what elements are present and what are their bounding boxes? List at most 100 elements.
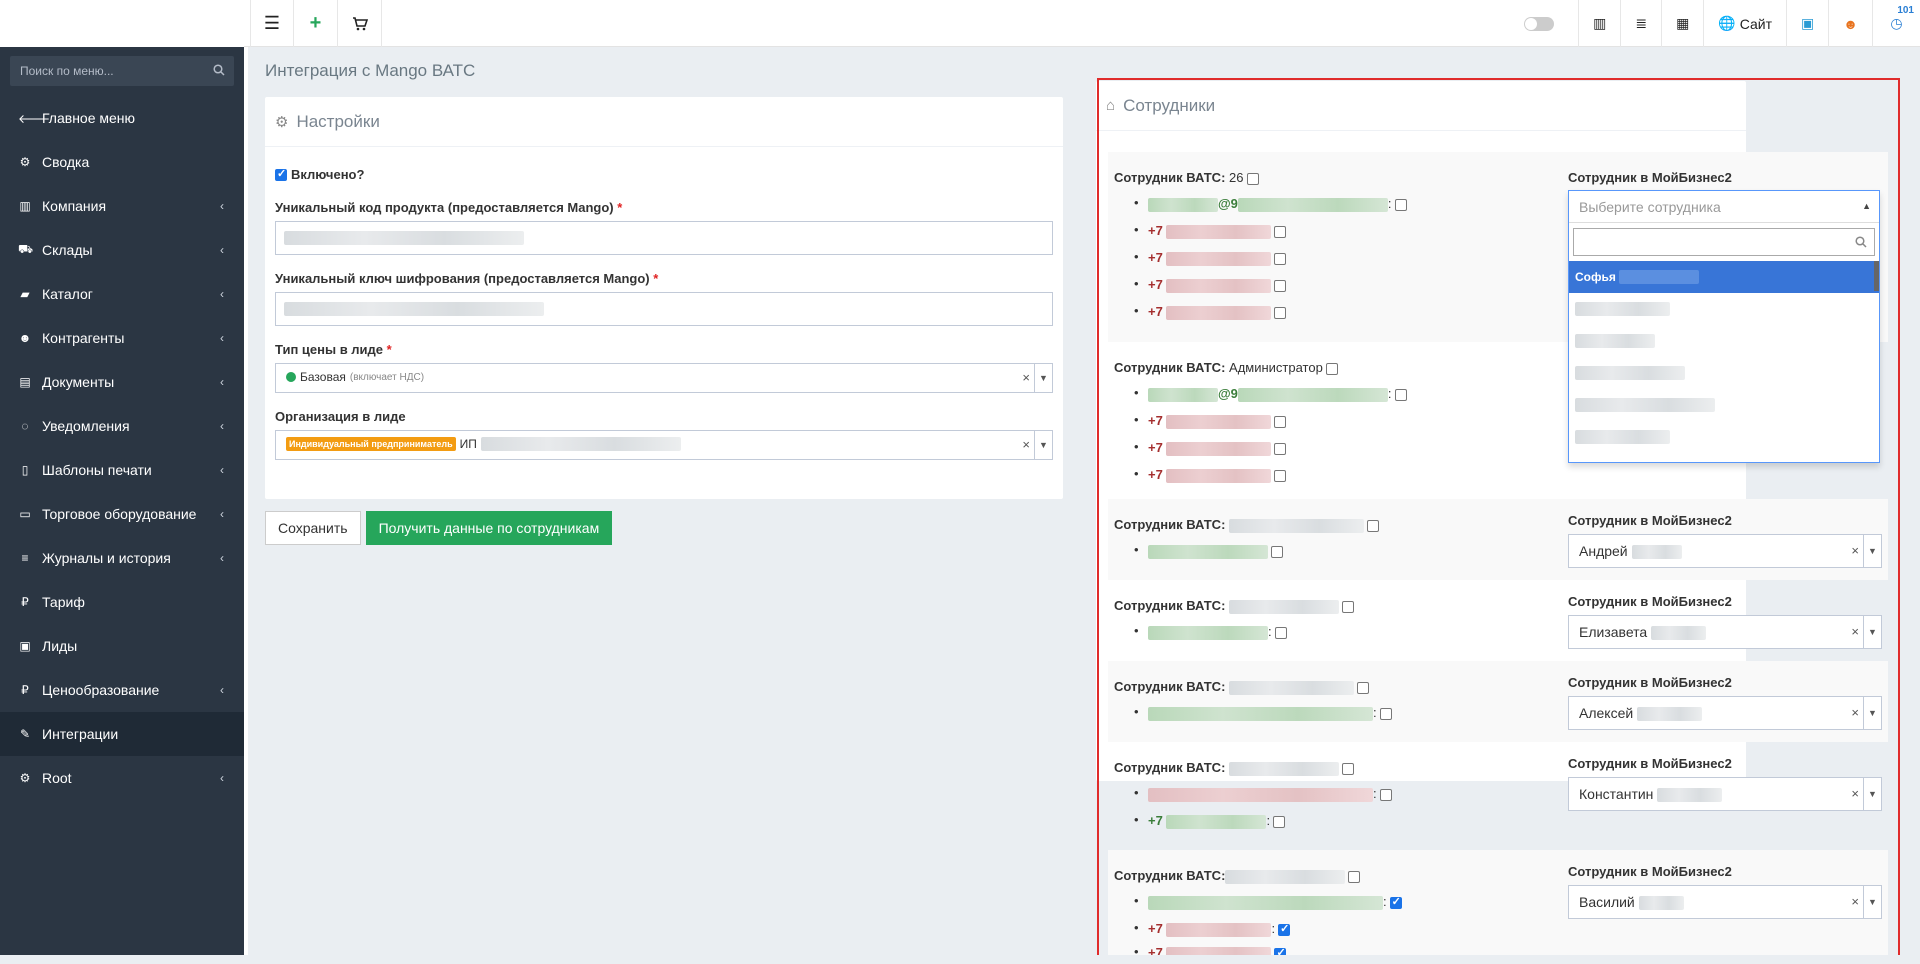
employee-select[interactable]: Василий × ▼ bbox=[1568, 885, 1882, 919]
search-icon bbox=[1855, 236, 1867, 248]
chevron-down-icon[interactable]: ▼ bbox=[1863, 616, 1881, 648]
plus-icon: + bbox=[309, 12, 322, 34]
chevron-left-icon: ‹ bbox=[220, 551, 224, 565]
list-item: : bbox=[1134, 623, 1287, 640]
chevron-down-icon[interactable]: ▼ bbox=[1863, 697, 1881, 729]
dropdown-selected[interactable]: Выберите сотрудника ▲ bbox=[1569, 191, 1879, 223]
chevron-down-icon[interactable]: ▼ bbox=[1863, 886, 1881, 918]
contact-checkbox[interactable] bbox=[1278, 922, 1291, 936]
chevron-up-icon[interactable]: ▲ bbox=[1862, 201, 1871, 211]
sidebar-item[interactable]: ⚙ Сводка bbox=[0, 140, 244, 184]
contact-checkbox[interactable] bbox=[1274, 626, 1287, 639]
clear-icon[interactable]: × bbox=[1851, 894, 1859, 909]
clear-icon[interactable]: × bbox=[1851, 543, 1859, 558]
employee-select[interactable]: Елизавета × ▼ bbox=[1568, 615, 1882, 649]
sidebar-item[interactable]: ✎ Интеграции bbox=[0, 712, 244, 756]
dropdown-option[interactable] bbox=[1569, 357, 1879, 389]
enabled-checkbox[interactable] bbox=[275, 167, 287, 181]
sidebar-item[interactable]: ▰ Каталог ‹ bbox=[0, 272, 244, 316]
sidebar-item[interactable]: ▥ Компания ‹ bbox=[0, 184, 244, 228]
employee-checkbox[interactable] bbox=[1246, 172, 1259, 185]
clear-icon[interactable]: × bbox=[1851, 786, 1859, 801]
encryption-key-field[interactable] bbox=[275, 292, 1053, 326]
dropdown-option[interactable]: Софья bbox=[1569, 261, 1879, 293]
chevron-down-icon[interactable]: ▼ bbox=[1034, 364, 1052, 392]
sidebar-item[interactable]: ₽ Ценообразование ‹ bbox=[0, 668, 244, 712]
sidebar-item[interactable]: ▣ Лиды bbox=[0, 624, 244, 668]
employee-checkbox[interactable] bbox=[1325, 362, 1338, 375]
contact-checkbox[interactable] bbox=[1274, 252, 1287, 265]
support-button[interactable]: ☻ bbox=[1828, 0, 1872, 47]
list-item: : bbox=[1134, 704, 1392, 721]
employee-checkbox[interactable] bbox=[1342, 762, 1355, 775]
contact-checkbox[interactable] bbox=[1274, 306, 1287, 319]
list-item: +7 : bbox=[1134, 812, 1286, 829]
vats-name: 26 bbox=[1229, 170, 1244, 185]
sidebar-item[interactable]: ▯ Шаблоны печати ‹ bbox=[0, 448, 244, 492]
employee-checkbox[interactable] bbox=[1357, 681, 1370, 694]
sidebar-item[interactable]: ◌ Уведомления ‹ bbox=[0, 404, 244, 448]
contact-checkbox[interactable] bbox=[1274, 442, 1287, 455]
clear-icon[interactable]: × bbox=[1851, 624, 1859, 639]
fetch-employees-button[interactable]: Получить данные по сотрудникам bbox=[365, 511, 613, 545]
contact-checkbox[interactable] bbox=[1271, 545, 1283, 558]
chevron-down-icon[interactable]: ▼ bbox=[1863, 778, 1881, 810]
sidebar-item[interactable]: ⚙ Root ‹ bbox=[0, 756, 244, 800]
contact-checkbox[interactable] bbox=[1274, 225, 1287, 238]
employee-checkbox[interactable] bbox=[1367, 519, 1380, 532]
employee-select[interactable]: Алексей × ▼ bbox=[1568, 696, 1882, 730]
clear-icon[interactable]: × bbox=[1022, 437, 1030, 452]
chevron-down-icon[interactable]: ▼ bbox=[1034, 431, 1052, 459]
notifications-button[interactable]: ◷ 101 bbox=[1872, 0, 1920, 47]
chevron-down-icon[interactable]: ▼ bbox=[1863, 535, 1881, 567]
clear-icon[interactable]: × bbox=[1022, 370, 1030, 385]
employee-checkbox[interactable] bbox=[1348, 870, 1361, 883]
dropdown-scrollbar[interactable] bbox=[1874, 261, 1879, 291]
dropdown-search-input[interactable] bbox=[1573, 228, 1875, 256]
contact-checkbox[interactable] bbox=[1273, 815, 1286, 828]
vats-label: Сотрудник ВАТС: bbox=[1114, 360, 1226, 375]
add-button[interactable]: + bbox=[294, 0, 338, 47]
dropdown-option[interactable] bbox=[1569, 293, 1879, 325]
price-type-select[interactable]: Базовая (включает НДС) × ▼ bbox=[275, 363, 1053, 393]
sidebar-item[interactable]: ☻ Контрагенты ‹ bbox=[0, 316, 244, 360]
calendar-button[interactable]: ▦ bbox=[1661, 0, 1703, 47]
menu-search-input[interactable] bbox=[10, 56, 234, 86]
tasks-button[interactable]: ≣ bbox=[1620, 0, 1661, 47]
contact-checkbox[interactable] bbox=[1389, 895, 1402, 909]
dropdown-option[interactable] bbox=[1569, 421, 1879, 453]
dropdown-option[interactable] bbox=[1569, 325, 1879, 357]
theme-toggle[interactable] bbox=[1524, 16, 1555, 31]
sidebar-item[interactable]: ▭ Торговое оборудование ‹ bbox=[0, 492, 244, 536]
cart-button[interactable] bbox=[338, 0, 382, 47]
dropdown-option[interactable] bbox=[1569, 389, 1879, 421]
employee-select[interactable]: Андрей × ▼ bbox=[1568, 534, 1882, 568]
sidebar-item[interactable]: ⛟ Склады ‹ bbox=[0, 228, 244, 272]
sidebar-item[interactable]: 🡐 Главное меню bbox=[0, 96, 244, 140]
contact-checkbox[interactable] bbox=[1274, 469, 1287, 482]
contact-checkbox[interactable] bbox=[1274, 279, 1287, 292]
sidebar-item[interactable]: ≡ Журналы и история ‹ bbox=[0, 536, 244, 580]
save-button[interactable]: Сохранить bbox=[265, 511, 361, 545]
product-code-field[interactable] bbox=[275, 221, 1053, 255]
org-select[interactable]: Индивидуальный предприниматель ИП × ▼ bbox=[275, 430, 1053, 460]
site-link[interactable]: 🌐 Сайт bbox=[1703, 0, 1786, 47]
contact-checkbox[interactable] bbox=[1379, 788, 1392, 801]
sidebar-item[interactable]: ₽ Тариф bbox=[0, 580, 244, 624]
masked-value bbox=[284, 302, 544, 316]
contact-checkbox[interactable] bbox=[1394, 198, 1407, 211]
sidebar-item[interactable]: ▤ Документы ‹ bbox=[0, 360, 244, 404]
clear-icon[interactable]: × bbox=[1851, 705, 1859, 720]
app-button[interactable]: ▣ bbox=[1786, 0, 1828, 47]
contact-checkbox[interactable] bbox=[1394, 388, 1407, 401]
menu-toggle-button[interactable]: ☰ bbox=[250, 0, 294, 47]
contact-checkbox[interactable] bbox=[1379, 707, 1392, 720]
employee-select[interactable]: Константин × ▼ bbox=[1568, 777, 1882, 811]
mb-column: Сотрудник в МойБизнес2 Алексей × ▼ bbox=[1568, 675, 1882, 730]
search-icon[interactable] bbox=[213, 64, 225, 76]
barcode-button[interactable]: ▥ bbox=[1578, 0, 1620, 47]
masked-value bbox=[480, 437, 681, 451]
employee-checkbox[interactable] bbox=[1342, 600, 1355, 613]
contact-checkbox[interactable] bbox=[1274, 415, 1287, 428]
list-item: @9: bbox=[1134, 385, 1407, 402]
